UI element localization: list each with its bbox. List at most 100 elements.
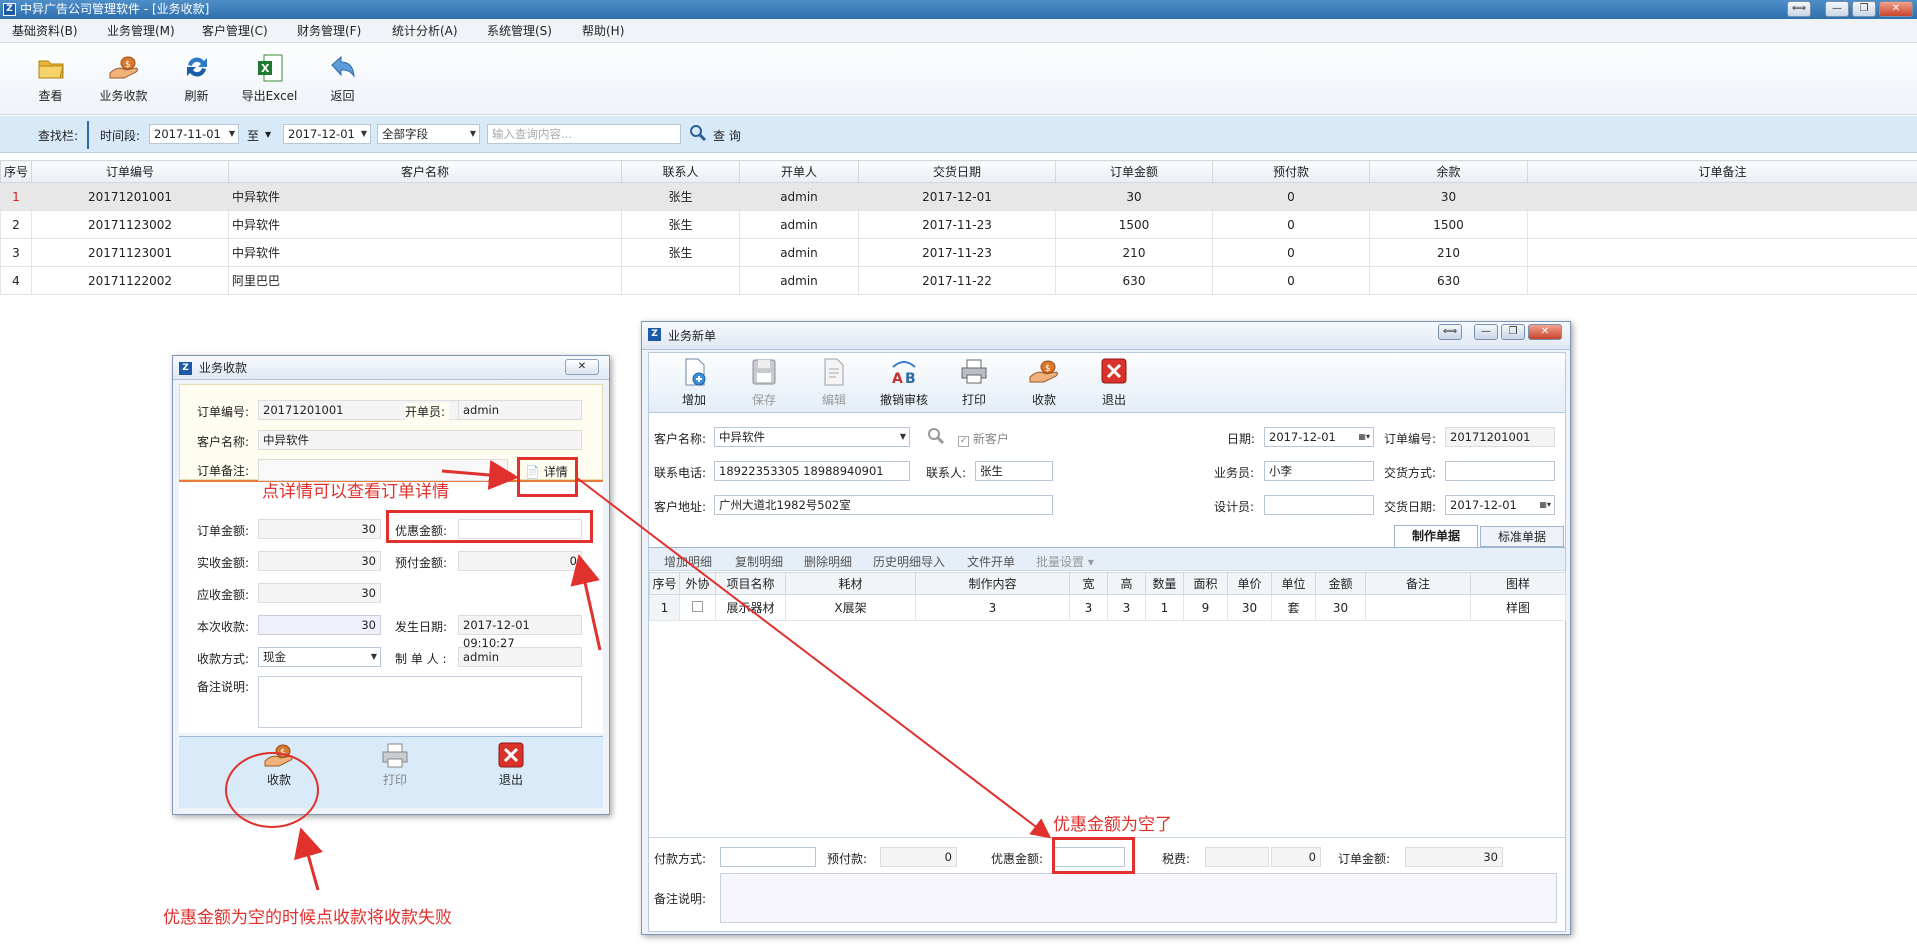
col-header[interactable]: 序号 — [0, 160, 32, 183]
print-button[interactable]: 打印 — [939, 353, 1009, 412]
menu-business[interactable]: 业务管理(M) — [95, 19, 190, 42]
designer-field[interactable] — [1264, 495, 1374, 515]
sample-link[interactable]: 样图 — [1470, 594, 1566, 621]
contact-field[interactable]: 张生 — [975, 461, 1053, 481]
col-header[interactable]: 外协 — [679, 572, 716, 595]
tax-rate-field[interactable] — [1205, 847, 1269, 867]
menu-basic[interactable]: 基础资料(B) — [0, 19, 95, 42]
close-icon[interactable]: ✕ — [565, 359, 599, 375]
exit-button[interactable]: 退出 — [1079, 353, 1149, 412]
col-header[interactable]: 图样 — [1470, 572, 1566, 595]
refresh-button[interactable]: 刷新 — [160, 43, 233, 114]
col-header[interactable]: 金额 — [1315, 572, 1366, 595]
col-header[interactable]: 开单人 — [739, 160, 859, 183]
col-header[interactable]: 高 — [1107, 572, 1146, 595]
delivery-method-field[interactable] — [1445, 461, 1555, 481]
restore-icon[interactable]: ⟺ — [1787, 1, 1811, 17]
table-row[interactable]: 2 20171123002 中异软件 张生 admin 2017-11-23 1500 0 15… — [0, 210, 1917, 239]
col-header[interactable]: 预付款 — [1212, 160, 1370, 183]
maximize-icon[interactable]: ❐ — [1852, 1, 1876, 17]
col-header[interactable]: 交货日期 — [858, 160, 1056, 183]
col-header[interactable]: 余款 — [1369, 160, 1528, 183]
empty-hint-text: 优惠金额为空了 — [1053, 815, 1172, 835]
note-textarea[interactable] — [258, 676, 582, 728]
copy-detail-button[interactable]: 复制明细 — [735, 553, 783, 570]
table-row[interactable]: 3 20171123001 中异软件 张生 admin 2017-11-23 210 0 210 — [0, 238, 1917, 267]
back-button[interactable]: 返回 — [306, 43, 379, 114]
minimize-icon[interactable]: — — [1825, 1, 1849, 17]
date-field[interactable]: 2017-12-01 ▦▾ — [1264, 427, 1374, 447]
new-customer-checkbox[interactable]: ✓ 新客户 — [958, 430, 1009, 447]
col-header[interactable]: 面积 — [1183, 572, 1228, 595]
col-header[interactable]: 订单备注 — [1527, 160, 1917, 183]
table-row[interactable]: 1 20171201001 中异软件 张生 admin 2017-12-01 30 0 30 — [0, 182, 1917, 211]
search-icon[interactable] — [690, 125, 707, 144]
col-header[interactable]: 联系人 — [621, 160, 740, 183]
date-field[interactable]: 2017-12-01 09:10:27 — [458, 615, 582, 650]
minimize-icon[interactable]: — — [1474, 324, 1498, 340]
collect-button[interactable]: $ 收款 — [1009, 353, 1079, 412]
method-select[interactable]: 现金 ▼ — [258, 647, 381, 667]
menu-system[interactable]: 系统管理(S) — [475, 19, 570, 42]
table-row[interactable]: 4 20171122002 阿里巴巴 admin 2017-11-22 630 0 630 — [0, 266, 1917, 295]
outsource-checkbox[interactable] — [679, 594, 716, 621]
maximize-icon[interactable]: ❐ — [1501, 324, 1525, 340]
search-icon[interactable] — [928, 428, 945, 447]
menu-statistics[interactable]: 统计分析(A) — [380, 19, 475, 42]
delivery-date-field[interactable]: 2017-12-01 ▦▾ — [1445, 495, 1555, 515]
grid-header-row: 序号 订单编号 客户名称 联系人 开单人 交货日期 订单金额 预付款 余款 订单… — [0, 160, 1917, 183]
row-number: 2 — [0, 210, 32, 239]
restore-icon[interactable]: ⟺ — [1438, 324, 1462, 340]
close-icon[interactable]: ✕ — [1528, 324, 1562, 340]
collect-button[interactable]: $ 业务收款 — [87, 43, 160, 114]
date-to-field[interactable]: 2017-12-01 ▼ — [283, 124, 371, 144]
note-textarea[interactable] — [720, 873, 1557, 923]
col-header[interactable]: 订单编号 — [31, 160, 229, 183]
tab-make[interactable]: 制作单据 — [1394, 525, 1478, 547]
add-detail-button[interactable]: 增加明细 — [664, 553, 712, 570]
date-from-field[interactable]: 2017-11-01 ▼ — [149, 124, 239, 144]
col-header[interactable]: 序号 — [649, 572, 680, 595]
menu-customer[interactable]: 客户管理(C) — [190, 19, 285, 42]
svg-text:$: $ — [1045, 364, 1051, 374]
pay-method-field[interactable] — [720, 847, 816, 867]
to-dropdown-icon[interactable]: ▼ — [265, 130, 271, 139]
excel-icon: X — [233, 53, 306, 83]
col-header[interactable]: 宽 — [1069, 572, 1108, 595]
exit-button[interactable]: 退出 — [481, 741, 541, 788]
unaudit-button[interactable]: A B 撤销审核 — [869, 353, 939, 412]
address-field[interactable]: 广州大道北1982号502室 — [714, 495, 1053, 515]
delete-detail-button[interactable]: 删除明细 — [804, 553, 852, 570]
batch-settings-button[interactable]: 批量设置 ▾ — [1036, 553, 1094, 570]
save-button[interactable]: 保存 — [729, 353, 799, 412]
export-excel-button[interactable]: X 导出Excel — [233, 43, 306, 114]
col-header[interactable]: 单价 — [1227, 572, 1272, 595]
import-history-button[interactable]: 历史明细导入 — [873, 553, 945, 570]
file-order-button[interactable]: 文件开单 — [967, 553, 1015, 570]
customer-select[interactable]: 中异软件 ▼ — [714, 427, 910, 447]
this-amount-field[interactable]: 30 — [258, 615, 381, 635]
col-header[interactable]: 制作内容 — [915, 572, 1070, 595]
col-header[interactable]: 耗材 — [785, 572, 916, 595]
view-button[interactable]: 查看 — [14, 43, 87, 114]
print-button[interactable]: 打印 — [365, 741, 425, 788]
phone-field[interactable]: 18922353305 18988940901 — [714, 461, 910, 481]
col-header[interactable]: 订单金额 — [1055, 160, 1213, 183]
search-button[interactable]: 查 询 — [713, 127, 741, 144]
close-icon[interactable]: ✕ — [1879, 1, 1913, 17]
col-header[interactable]: 客户名称 — [228, 160, 622, 183]
sales-field[interactable]: 小李 — [1264, 461, 1374, 481]
edit-button[interactable]: 编辑 — [799, 353, 869, 412]
menu-finance[interactable]: 财务管理(F) — [285, 19, 380, 42]
search-input[interactable]: 输入查询内容... — [487, 124, 681, 144]
window-titlebar: Z 中异广告公司管理软件 - [业务收款] ⟺ — ❐ ✕ — [0, 0, 1917, 19]
tab-standard[interactable]: 标准单据 — [1480, 526, 1564, 547]
add-button[interactable]: 增加 — [659, 353, 729, 412]
col-header[interactable]: 数量 — [1145, 572, 1184, 595]
col-header[interactable]: 项目名称 — [715, 572, 786, 595]
col-header[interactable]: 单位 — [1271, 572, 1316, 595]
table-row[interactable]: 1 展示器材 X展架 3 3 3 1 9 30 套 30 样图 — [649, 594, 1566, 621]
col-header[interactable]: 备注 — [1365, 572, 1471, 595]
field-select[interactable]: 全部字段 ▼ — [377, 124, 480, 144]
menu-help[interactable]: 帮助(H) — [570, 19, 665, 42]
